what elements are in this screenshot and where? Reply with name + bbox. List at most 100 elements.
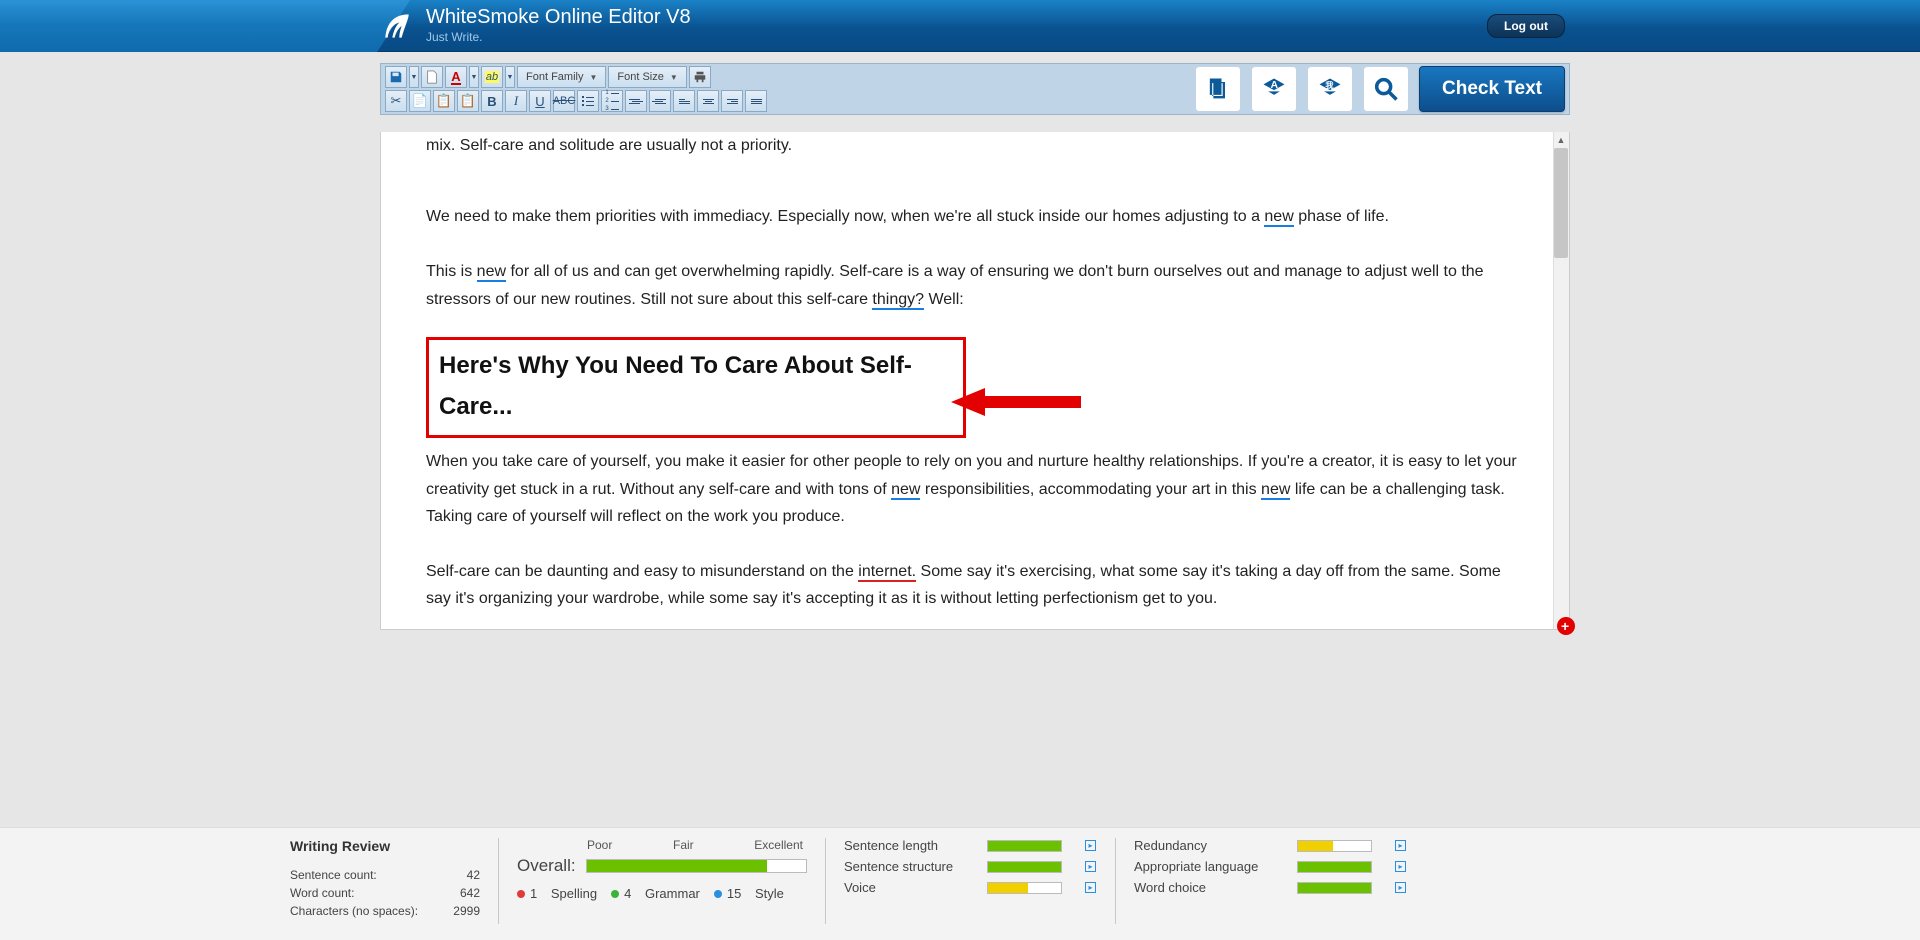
overall-bar — [586, 859, 807, 873]
search-button[interactable] — [1363, 66, 1409, 112]
font-family-select[interactable]: Font Family▼ — [517, 66, 606, 88]
editor-content[interactable]: mix. Self-care and solitude are usually … — [381, 132, 1569, 629]
app-title: WhiteSmoke Online Editor V8 — [426, 6, 691, 28]
font-size-select[interactable]: Font Size▼ — [608, 66, 686, 88]
save-dropdown[interactable]: ▼ — [409, 66, 419, 88]
info-icon[interactable]: ▸ — [1395, 861, 1406, 872]
bold-button[interactable]: B — [481, 90, 503, 112]
check-text-button[interactable]: Check Text — [1419, 66, 1565, 112]
bullet-list-button[interactable] — [577, 90, 599, 112]
text-fragment: Well: — [924, 291, 964, 308]
underline-button[interactable]: U — [529, 90, 551, 112]
editor-frame: mix. Self-care and solitude are usually … — [380, 132, 1570, 630]
svg-text:A: A — [1271, 79, 1279, 91]
grammar-flag[interactable]: thingy? — [872, 291, 924, 310]
legend-style: 15 Style — [714, 886, 784, 901]
dot-icon — [517, 890, 525, 898]
font-color-dropdown[interactable]: ▼ — [469, 66, 479, 88]
svg-text:我: 我 — [1325, 80, 1334, 90]
grammar-flag[interactable]: new — [477, 263, 506, 282]
logout-button[interactable]: Log out — [1487, 14, 1565, 38]
grammar-flag[interactable]: new — [1264, 208, 1293, 227]
resize-handle-icon[interactable]: + — [1555, 615, 1577, 637]
metric-bar — [987, 840, 1062, 852]
align-justify-button[interactable] — [745, 90, 767, 112]
overall-label: Overall: — [517, 856, 576, 876]
translator-button[interactable]: 我 — [1307, 66, 1353, 112]
new-doc-button[interactable] — [421, 66, 443, 88]
text-fragment: Self-care can be daunting and easy to mi… — [426, 563, 858, 580]
templates-button[interactable] — [1195, 66, 1241, 112]
metrics-column-1: Sentence length▸Sentence structure▸Voice… — [844, 838, 1097, 895]
overall-column: Poor Fair Excellent Overall: 1 Spelling … — [517, 838, 807, 901]
paste-word-button[interactable]: 📋 — [457, 90, 479, 112]
metric-label: Appropriate language — [1134, 859, 1289, 874]
toolbar: ▼ A ▼ ab ▼ Font Family▼ Font Size▼ ✂ 📄 📋… — [380, 63, 1570, 115]
heading-highlight-box: Here's Why You Need To Care About Self-C… — [426, 337, 966, 439]
align-right-button[interactable] — [721, 90, 743, 112]
print-button[interactable] — [689, 66, 711, 88]
app-logo-block: WhiteSmoke Online Editor V8 Just Write. — [378, 6, 691, 45]
metric-label: Redundancy — [1134, 838, 1289, 853]
stat-label: Characters (no spaces): — [290, 904, 418, 918]
metric-label: Word choice — [1134, 880, 1289, 895]
indent-button[interactable] — [649, 90, 671, 112]
stat-value: 642 — [460, 886, 480, 900]
metric-bar — [987, 861, 1062, 873]
font-color-button[interactable]: A — [445, 66, 467, 88]
info-icon[interactable]: ▸ — [1085, 861, 1096, 872]
dictionary-button[interactable]: A — [1251, 66, 1297, 112]
info-icon[interactable]: ▸ — [1085, 840, 1096, 851]
paste-button[interactable]: 📋 — [433, 90, 455, 112]
scrollbar-thumb[interactable] — [1554, 148, 1568, 258]
svg-text:+: + — [1561, 618, 1569, 634]
metric-label: Sentence length — [844, 838, 979, 853]
editor-scroll: mix. Self-care and solitude are usually … — [381, 132, 1569, 629]
dot-icon — [611, 890, 619, 898]
stat-label: Word count: — [290, 886, 354, 900]
italic-button[interactable]: I — [505, 90, 527, 112]
metrics-column-2: Redundancy ▸ Appropriate language ▸ Word cho… — [1134, 838, 1407, 895]
spelling-flag[interactable]: internet. — [858, 563, 916, 582]
app-header: WhiteSmoke Online Editor V8 Just Write. … — [0, 0, 1920, 52]
header-wedge — [0, 0, 410, 52]
strike-button[interactable]: ABC — [553, 90, 575, 112]
align-left-button[interactable] — [673, 90, 695, 112]
metric-bar — [1297, 882, 1372, 894]
review-panel: Writing Review Sentence count:42 Word co… — [0, 827, 1920, 940]
app-tagline: Just Write. — [426, 30, 691, 44]
grammar-flag[interactable]: new — [891, 481, 920, 500]
text-fragment: We need to make them priorities with imm… — [426, 208, 1264, 225]
scroll-up-button[interactable]: ▲ — [1553, 132, 1569, 148]
divider — [825, 838, 826, 924]
info-icon[interactable]: ▸ — [1085, 882, 1096, 893]
divider — [498, 838, 499, 924]
stat-label: Sentence count: — [290, 868, 377, 882]
review-title: Writing Review — [290, 838, 480, 854]
dot-icon — [714, 890, 722, 898]
stat-value: 2999 — [453, 904, 480, 918]
section-heading: Here's Why You Need To Care About Self-C… — [439, 346, 953, 428]
info-icon[interactable]: ▸ — [1395, 840, 1406, 851]
copy-button[interactable]: 📄 — [409, 90, 431, 112]
align-center-button[interactable] — [697, 90, 719, 112]
metric-bar — [1297, 861, 1372, 873]
scale-excellent: Excellent — [754, 838, 803, 852]
outdent-button[interactable] — [625, 90, 647, 112]
cut-button[interactable]: ✂ — [385, 90, 407, 112]
number-list-button[interactable]: 1 2 3 — [601, 90, 623, 112]
text-fragment: mix. Self-care and solitude are usually … — [426, 137, 792, 154]
scrollbar-track[interactable]: ▲ — [1553, 132, 1569, 629]
highlight-button[interactable]: ab — [481, 66, 503, 88]
save-button[interactable] — [385, 66, 407, 88]
metric-label: Voice — [844, 880, 979, 895]
scale-poor: Poor — [587, 838, 612, 852]
info-icon[interactable]: ▸ — [1395, 882, 1406, 893]
text-fragment: phase of life. — [1294, 208, 1389, 225]
stats-column: Writing Review Sentence count:42 Word co… — [290, 838, 480, 922]
annotation-arrow-icon — [951, 384, 1081, 425]
legend-spelling: 1 Spelling — [517, 886, 597, 901]
grammar-flag[interactable]: new — [1261, 481, 1290, 500]
text-fragment: responsibilities, accommodating your art… — [920, 481, 1261, 498]
highlight-dropdown[interactable]: ▼ — [505, 66, 515, 88]
